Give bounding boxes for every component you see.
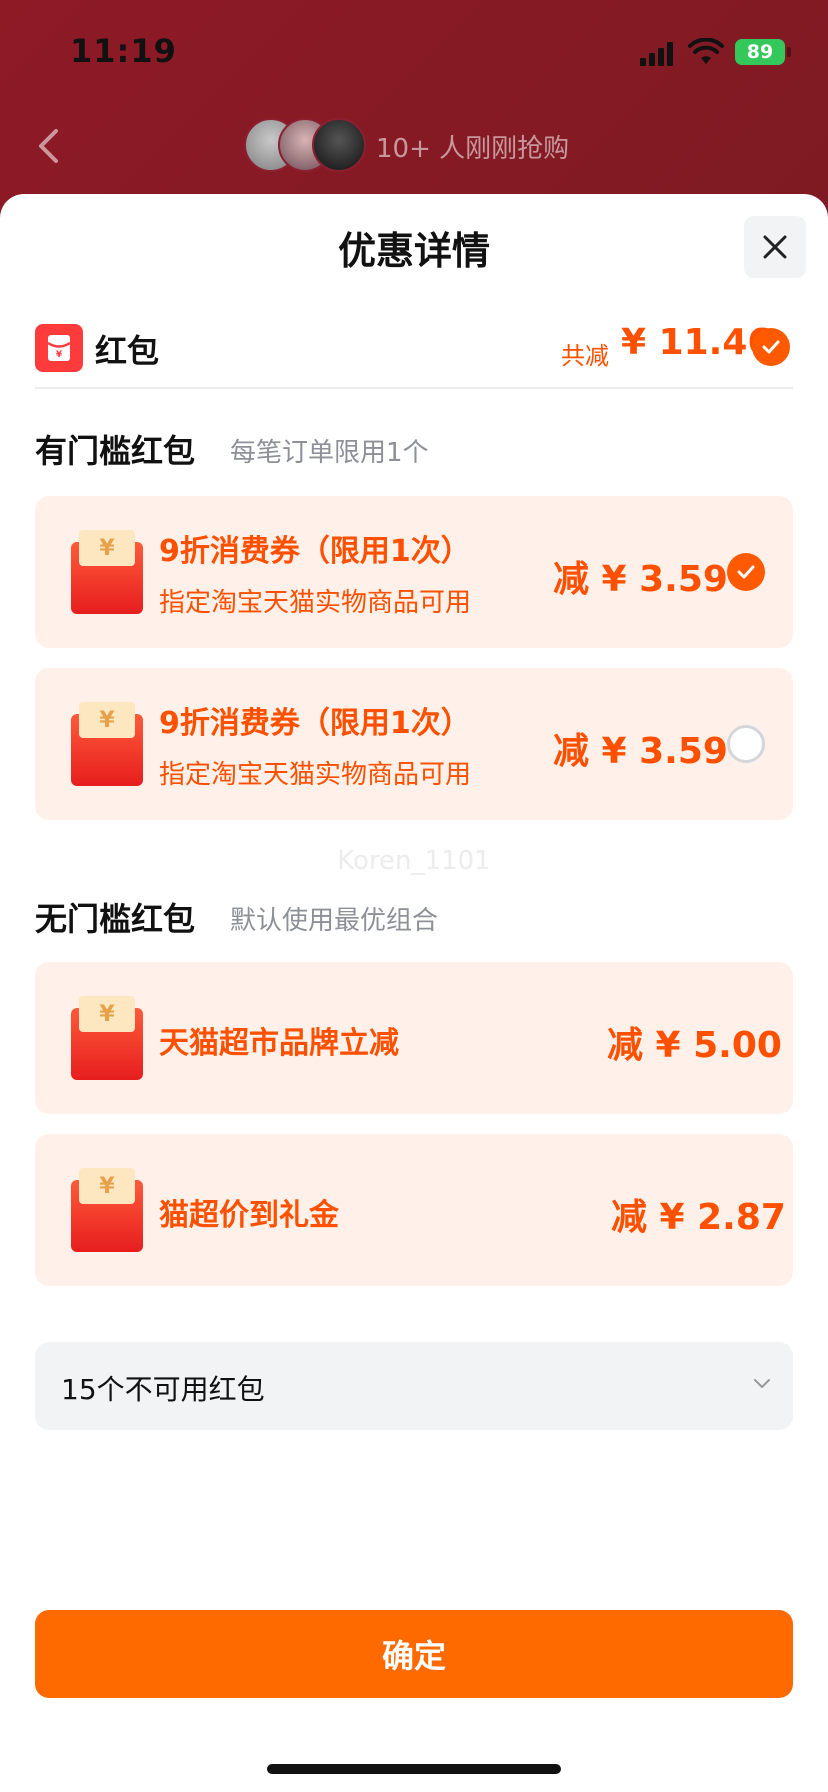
summary-label: 红包 <box>95 332 160 370</box>
coupon-subtitle: 指定淘宝天猫实物商品可用 <box>159 588 472 618</box>
avatar <box>312 118 366 172</box>
battery-icon: 89 <box>735 39 785 65</box>
coupon-card[interactable]: ¥ 天猫超市品牌立减 减 ¥ 5.00 <box>35 962 793 1114</box>
summary-total-value: ¥ 11.46 <box>621 322 773 363</box>
unavailable-red-packets-toggle[interactable]: 15个不可用红包 <box>35 1342 793 1430</box>
discount-details-sheet: 优惠详情 ¥ 红包 共减 ¥ 11.46 有门槛红包 每笔订单限用1个 ¥ 9折… <box>0 194 828 1792</box>
unavailable-label: 15个不可用红包 <box>61 1373 265 1406</box>
confirm-button[interactable]: 确定 <box>35 1610 793 1698</box>
buyers-text: 10+ 人刚刚抢购 <box>376 134 570 164</box>
close-button[interactable] <box>744 216 806 278</box>
divider <box>35 387 793 389</box>
status-bar: 11:19 89 <box>0 0 828 100</box>
coupon-subtitle: 指定淘宝天猫实物商品可用 <box>159 760 472 790</box>
home-indicator <box>267 1764 561 1774</box>
red-envelope-icon: ¥ <box>71 1168 143 1252</box>
chevron-down-icon <box>754 1379 770 1388</box>
wifi-icon <box>688 37 724 66</box>
sheet-title: 优惠详情 <box>337 229 490 273</box>
red-packet-summary[interactable]: ¥ 红包 共减 ¥ 11.46 <box>35 318 793 382</box>
coupon-card[interactable]: ¥ 9折消费券（限用1次） 指定淘宝天猫实物商品可用 减 ¥ 3.59 <box>35 496 793 648</box>
coupon-amount: 减 ¥ 2.87 <box>611 1197 786 1238</box>
coupon-title: 天猫超市品牌立减 <box>159 1026 399 1061</box>
coupon-card[interactable]: ¥ 9折消费券（限用1次） 指定淘宝天猫实物商品可用 减 ¥ 3.59 <box>35 668 793 820</box>
buyer-avatars <box>244 118 374 174</box>
svg-text:¥: ¥ <box>56 350 63 360</box>
check-icon[interactable] <box>752 328 790 366</box>
red-envelope-icon: ¥ <box>71 996 143 1080</box>
threshold-section-title: 有门槛红包 <box>35 432 196 470</box>
watermark: Koren_1101 <box>337 846 491 876</box>
battery-level: 89 <box>746 41 774 63</box>
coupon-title: 9折消费券（限用1次） <box>159 706 471 741</box>
radio-unchecked[interactable] <box>727 725 765 763</box>
back-button[interactable] <box>28 124 68 168</box>
coupon-amount: 减 ¥ 5.00 <box>607 1025 782 1066</box>
signal-icon <box>640 42 676 66</box>
red-packet-icon: ¥ <box>35 324 83 372</box>
coupon-title: 9折消费券（限用1次） <box>159 534 471 569</box>
red-envelope-icon: ¥ <box>71 702 143 786</box>
threshold-section-note: 每笔订单限用1个 <box>230 438 429 468</box>
battery-cap <box>787 47 791 57</box>
no-threshold-section-note: 默认使用最优组合 <box>230 906 439 936</box>
status-time: 11:19 <box>70 32 177 70</box>
coupon-amount: 减 ¥ 3.59 <box>553 731 728 772</box>
summary-total-prefix: 共减 <box>561 342 609 370</box>
check-icon[interactable] <box>727 553 765 591</box>
coupon-card[interactable]: ¥ 猫超价到礼金 减 ¥ 2.87 <box>35 1134 793 1286</box>
background-nav: 10+ 人刚刚抢购 <box>0 110 828 180</box>
no-threshold-section-title: 无门槛红包 <box>35 900 196 938</box>
coupon-title: 猫超价到礼金 <box>159 1198 339 1233</box>
back-icon <box>39 129 58 163</box>
coupon-amount: 减 ¥ 3.59 <box>553 559 728 600</box>
close-icon <box>763 235 787 259</box>
red-envelope-icon: ¥ <box>71 530 143 614</box>
